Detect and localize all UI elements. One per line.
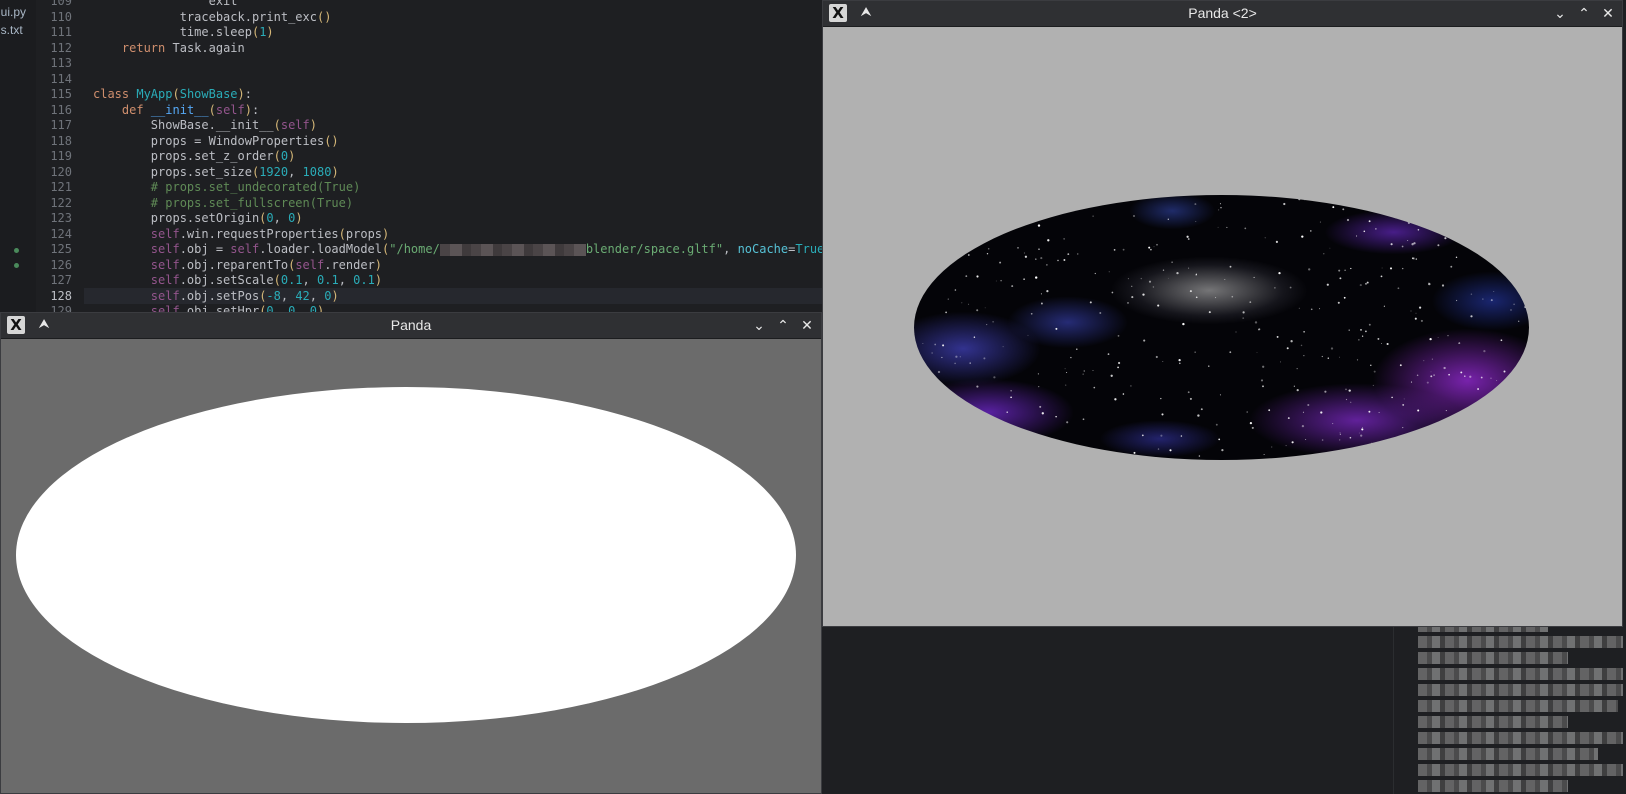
minimize-icon[interactable]: ⌄	[1550, 4, 1570, 24]
line-number: 113	[50, 56, 72, 70]
line-number: 121	[50, 180, 72, 194]
code-line[interactable]: 126 self.obj.reparentTo(self.render)	[50, 257, 822, 273]
line-number: 116	[50, 102, 72, 117]
code-text: ShowBase.__init__(self)	[93, 118, 317, 132]
untextured-model	[16, 387, 796, 723]
code-text: props.set_z_order(0)	[93, 149, 296, 163]
code-text: traceback.print_exc()	[93, 9, 332, 24]
blurred-text-line	[1418, 716, 1568, 728]
x-app-icon[interactable]: X	[7, 316, 25, 334]
window-title: Panda <2>	[1188, 5, 1257, 21]
blurred-text-line	[1418, 764, 1623, 776]
code-line[interactable]: 114	[50, 71, 822, 87]
keep-above-icon[interactable]: ⮝	[35, 314, 53, 336]
code-line[interactable]: 110 traceback.print_exc()	[50, 9, 822, 25]
line-number: 119	[50, 149, 72, 163]
code-line[interactable]: 124 self.win.requestProperties(props)	[50, 226, 822, 242]
maximize-icon[interactable]: ⌃	[773, 316, 793, 336]
keep-above-icon[interactable]: ⮝	[857, 2, 875, 24]
code-line[interactable]: 127 self.obj.setScale(0.1, 0.1, 0.1)	[50, 272, 822, 288]
line-number: 110	[50, 9, 72, 24]
code-text: props = WindowProperties()	[93, 133, 339, 148]
line-number: 122	[50, 195, 72, 210]
starfield	[914, 195, 1528, 458]
window-title: Panda	[390, 317, 432, 333]
code-line[interactable]: 121 # props.set_undecorated(True)	[50, 179, 822, 195]
code-text: self.obj.setPos(-8, 42, 0)	[150, 288, 339, 303]
x-app-icon[interactable]: X	[829, 4, 847, 22]
code-line[interactable]: 125 self.obj = self.loader.loadModel("/h…	[50, 241, 822, 257]
code-text: props.setOrigin(0, 0)	[93, 211, 303, 225]
code-text: return Task.again	[121, 40, 245, 55]
code-text: # props.set_undecorated(True)	[150, 180, 361, 194]
code-line[interactable]: 123 props.setOrigin(0, 0)	[50, 210, 822, 226]
line-number: 123	[50, 211, 72, 225]
code-line[interactable]: 117 ShowBase.__init__(self)	[50, 117, 822, 133]
panel-divider[interactable]	[1393, 627, 1394, 794]
blurred-text-line	[1418, 652, 1568, 664]
code-line[interactable]: 119 props.set_z_order(0)	[50, 148, 822, 164]
blurred-text-line	[1418, 700, 1618, 712]
code-line[interactable]: 128 self.obj.setPos(-8, 42, 0)	[50, 287, 822, 304]
line-number: 111	[50, 25, 72, 39]
line-number: 118	[50, 133, 72, 148]
titlebar[interactable]: X ⮝ Panda ⌄ ⌃ ✕	[1, 313, 821, 339]
blurred-text-line	[1418, 684, 1623, 696]
minimize-icon[interactable]: ⌄	[749, 316, 769, 336]
code-text: self.obj.reparentTo(self.render)	[150, 257, 383, 272]
line-number: 120	[50, 164, 72, 179]
code-line[interactable]: 122 # props.set_fullscreen(True)	[50, 195, 822, 211]
code-text: time.sleep(1)	[93, 25, 274, 39]
blurred-text-block	[1418, 620, 1626, 794]
line-number: 115	[50, 87, 72, 101]
close-icon[interactable]: ✕	[1598, 4, 1618, 24]
line-number: 124	[50, 226, 72, 241]
line-number: 114	[50, 71, 72, 86]
close-icon[interactable]: ✕	[797, 316, 817, 336]
line-number: 125	[50, 242, 72, 256]
line-number: 127	[50, 273, 72, 287]
code-line[interactable]: 113	[50, 55, 822, 71]
code-line[interactable]: 118 props = WindowProperties()	[50, 133, 822, 149]
blurred-text-line	[1418, 668, 1623, 680]
code-line[interactable]: 111 time.sleep(1)	[50, 24, 822, 40]
blurred-text-line	[1418, 732, 1623, 744]
code-line[interactable]: 112 return Task.again	[50, 40, 822, 56]
code-text: self.obj.setScale(0.1, 0.1, 0.1)	[150, 273, 383, 287]
code-line[interactable]: 115 class MyApp(ShowBase):	[50, 86, 822, 102]
render-canvas[interactable]	[823, 27, 1622, 626]
space-model	[914, 195, 1529, 460]
titlebar[interactable]: X ⮝ Panda <2> ⌄ ⌃ ✕	[823, 1, 1622, 27]
panda2-window[interactable]: X ⮝ Panda <2> ⌄ ⌃ ✕	[822, 0, 1623, 627]
line-number: 128	[50, 288, 72, 303]
code-text: class MyApp(ShowBase):	[93, 87, 252, 101]
code-text: props.set_size(1920, 1080)	[93, 164, 339, 179]
code-line[interactable]: 120 props.set_size(1920, 1080)	[50, 164, 822, 180]
line-number: 126	[50, 257, 72, 272]
code-text: # props.set_fullscreen(True)	[150, 195, 354, 210]
blurred-text-line	[1418, 748, 1598, 760]
code-line[interactable]: 116 def __init__(self):	[50, 102, 822, 118]
line-number: 117	[50, 118, 72, 132]
maximize-icon[interactable]: ⌃	[1574, 4, 1594, 24]
code-text: self.obj = self.loader.loadModel("/home/…	[150, 242, 822, 256]
code-text: self.win.requestProperties(props)	[150, 226, 390, 241]
line-number: 112	[50, 40, 72, 55]
blurred-text-line	[1418, 780, 1568, 792]
blurred-text-line	[1418, 636, 1623, 648]
code-text: def __init__(self):	[121, 102, 260, 117]
